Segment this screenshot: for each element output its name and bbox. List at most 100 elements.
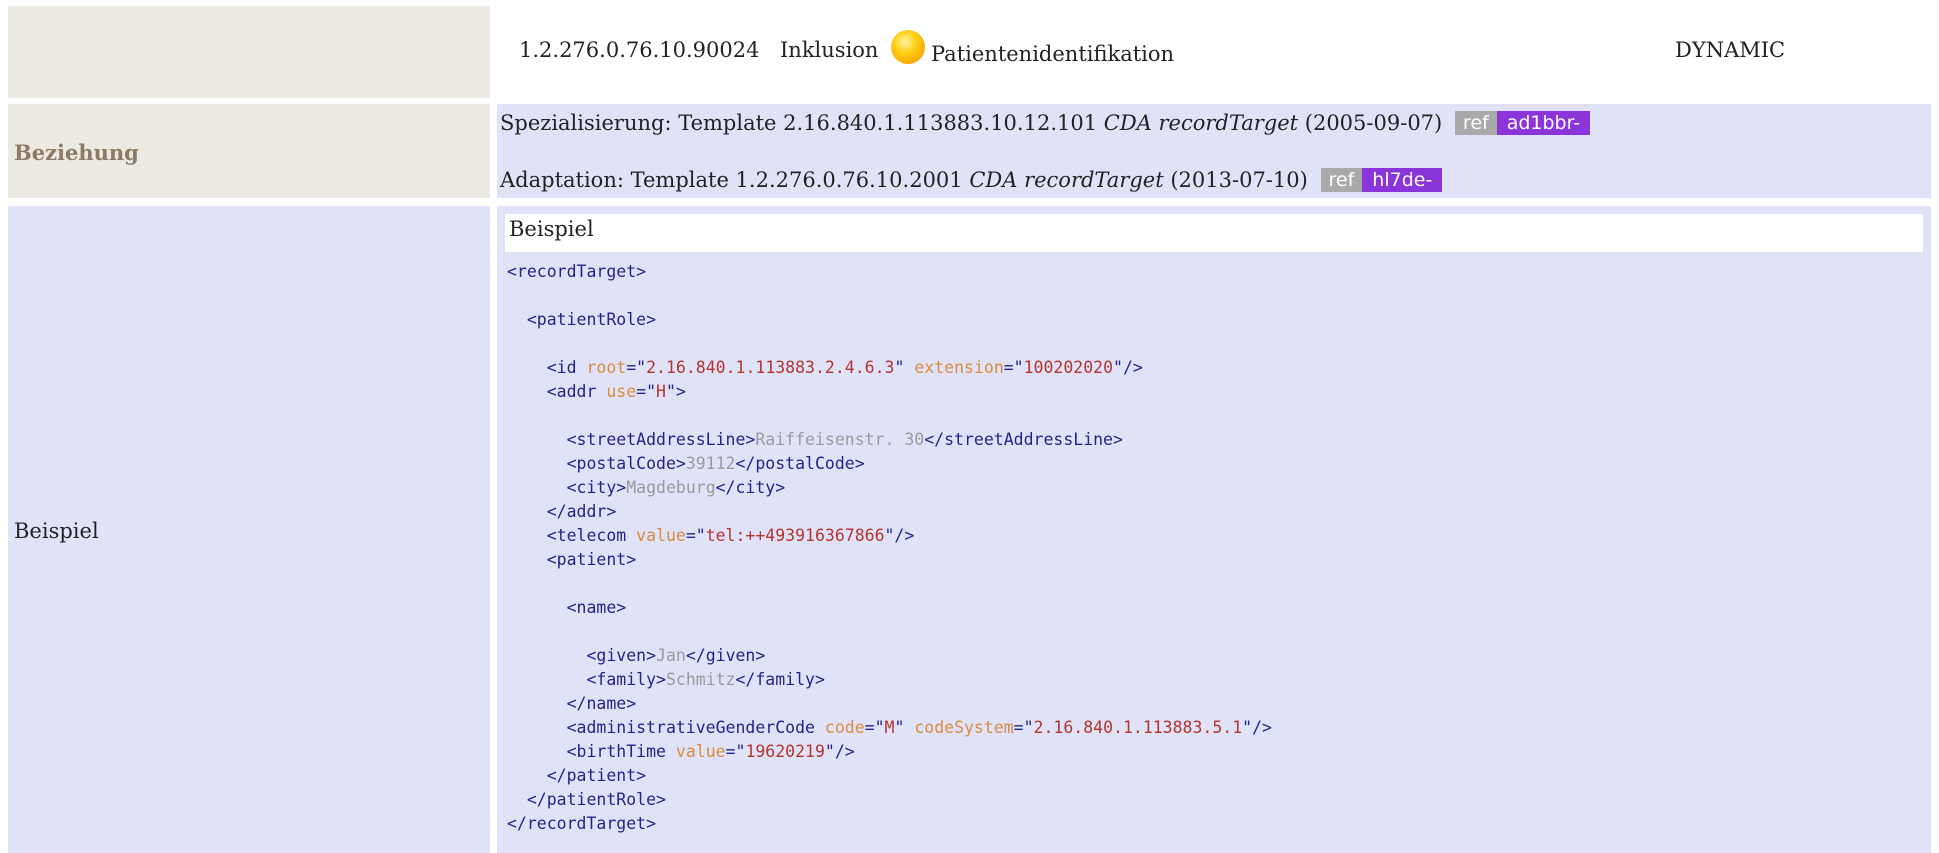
code-token-txt: Jan bbox=[656, 646, 686, 665]
relationship-template-name[interactable]: CDA recordTarget bbox=[1104, 111, 1298, 135]
code-line: <city>Magdeburg</city> bbox=[507, 478, 786, 497]
code-line: </patient> bbox=[507, 766, 646, 785]
code-line: <streetAddressLine>Raiffeisenstr. 30</st… bbox=[507, 430, 1123, 449]
code-token-tag: =" bbox=[725, 742, 746, 761]
code-token-tag: </recordTarget> bbox=[507, 814, 657, 833]
code-line: <family>Schmitz</family> bbox=[507, 670, 825, 689]
code-line: <telecom value="tel:++493916367866"/> bbox=[507, 526, 915, 545]
example-title-bar: Beispiel bbox=[505, 214, 1923, 252]
status-circle-icon bbox=[891, 30, 925, 64]
code-token-tag: " bbox=[894, 718, 915, 737]
code-token-tag: =" bbox=[1013, 718, 1034, 737]
code-token-tag: <patientRole> bbox=[507, 310, 657, 329]
code-token-val: 2.16.840.1.113883.2.4.6.3 bbox=[646, 358, 895, 377]
code-token-tag: =" bbox=[685, 526, 706, 545]
relationship-content-cell: Spezialisierung: Template 2.16.840.1.113… bbox=[497, 104, 1931, 198]
code-token-tag: =" bbox=[636, 382, 657, 401]
code-token-txt: Schmitz bbox=[665, 670, 736, 689]
code-token-tag: "/> bbox=[1113, 358, 1143, 377]
code-token-tag: </streetAddressLine> bbox=[924, 430, 1123, 449]
example-label: Beispiel bbox=[14, 519, 99, 543]
prefix-badge: hl7de- bbox=[1362, 168, 1443, 192]
code-token-tag: =" bbox=[864, 718, 885, 737]
code-token-tag: "/> bbox=[884, 526, 915, 545]
code-line: <patient> bbox=[507, 550, 636, 569]
example-title: Beispiel bbox=[509, 217, 594, 241]
code-line: <patientRole> bbox=[507, 310, 656, 329]
code-line: <addr use="H"> bbox=[507, 382, 686, 401]
code-token-tag: <city> bbox=[507, 478, 627, 497]
code-line: <name> bbox=[507, 598, 627, 617]
template-oid: 1.2.276.0.76.10.90024 bbox=[519, 38, 760, 62]
code-token-tag: <birthTime bbox=[507, 742, 676, 761]
xml-example-code: <recordTarget> <patientRole> <id root="2… bbox=[507, 260, 1272, 836]
code-token-tag: </family> bbox=[735, 670, 825, 689]
ref-badge: ref bbox=[1320, 168, 1363, 192]
code-line: </patientRole> bbox=[507, 790, 666, 809]
template-name: Patientenidentifikation bbox=[931, 42, 1175, 66]
code-token-tag: "/> bbox=[1242, 718, 1272, 737]
code-token-tag: <postalCode> bbox=[507, 454, 686, 473]
code-token-attr: value bbox=[636, 526, 686, 545]
code-token-txt: Raiffeisenstr. 30 bbox=[755, 430, 925, 449]
code-token-txt: 39112 bbox=[685, 454, 736, 473]
code-token-val: M bbox=[884, 718, 895, 737]
code-token-tag: <patient> bbox=[507, 550, 637, 569]
example-content-cell: Beispiel <recordTarget> <patientRole> <i… bbox=[497, 206, 1931, 853]
example-label-cell: Beispiel bbox=[8, 206, 490, 853]
ref-badge: ref bbox=[1454, 111, 1497, 135]
code-line: <given>Jan</given> bbox=[507, 646, 765, 665]
relationship-template-name[interactable]: CDA recordTarget bbox=[969, 168, 1163, 192]
relationship-label-cell: Beziehung bbox=[8, 104, 490, 198]
relationship-specialization: Spezialisierung: Template 2.16.840.1.113… bbox=[500, 111, 1591, 135]
code-token-tag: <addr bbox=[507, 382, 607, 401]
code-token-tag: <recordTarget> bbox=[507, 262, 647, 281]
code-token-tag: </postalCode> bbox=[735, 454, 865, 473]
relationship-date: (2005-09-07) bbox=[1298, 111, 1443, 135]
prefix-badge: ad1bbr- bbox=[1496, 111, 1591, 135]
code-token-tag: <administrativeGenderCode bbox=[507, 718, 825, 737]
relationship-adaptation: Adaptation: Template 1.2.276.0.76.10.200… bbox=[500, 168, 1443, 192]
code-token-val: tel:++493916367866 bbox=[705, 526, 885, 545]
code-token-tag: "> bbox=[665, 382, 686, 401]
code-token-tag: " bbox=[894, 358, 915, 377]
code-line: <birthTime value="19620219"/> bbox=[507, 742, 855, 761]
code-token-tag: =" bbox=[1003, 358, 1024, 377]
template-version: DYNAMIC bbox=[1675, 38, 1786, 62]
code-token-attr: use bbox=[606, 382, 637, 401]
row1-content-cell: 1.2.276.0.76.10.90024 Inklusion Patiente… bbox=[497, 6, 1931, 98]
code-token-tag: <telecom bbox=[507, 526, 637, 545]
code-token-attr: code bbox=[824, 718, 865, 737]
code-token-tag: "/> bbox=[824, 742, 855, 761]
code-line: </name> bbox=[507, 694, 637, 713]
code-token-tag: <family> bbox=[507, 670, 666, 689]
code-line: <id root="2.16.840.1.113883.2.4.6.3" ext… bbox=[507, 358, 1143, 377]
code-token-tag: =" bbox=[626, 358, 647, 377]
template-type: Inklusion bbox=[780, 38, 879, 62]
relationship-text: Adaptation: Template 1.2.276.0.76.10.200… bbox=[500, 168, 970, 192]
relationship-text: Spezialisierung: Template 2.16.840.1.113… bbox=[500, 111, 1104, 135]
code-line: <postalCode>39112</postalCode> bbox=[507, 454, 865, 473]
code-token-tag: </given> bbox=[685, 646, 766, 665]
code-token-tag: </patientRole> bbox=[507, 790, 666, 809]
code-line: <administrativeGenderCode code="M" codeS… bbox=[507, 718, 1272, 737]
row1-label-cell bbox=[8, 6, 490, 98]
code-token-tag: <name> bbox=[507, 598, 627, 617]
code-line: <recordTarget> bbox=[507, 262, 646, 281]
code-token-val: 100202020 bbox=[1023, 358, 1114, 377]
code-token-tag: </patient> bbox=[507, 766, 647, 785]
code-token-txt: Magdeburg bbox=[626, 478, 716, 497]
template-detail-page: 1.2.276.0.76.10.90024 Inklusion Patiente… bbox=[0, 0, 1939, 853]
relationship-label: Beziehung bbox=[14, 140, 139, 165]
code-line: </addr> bbox=[507, 502, 617, 521]
code-token-val: 2.16.840.1.113883.5.1 bbox=[1033, 718, 1243, 737]
code-token-tag: <id bbox=[507, 358, 587, 377]
code-token-val: 19620219 bbox=[745, 742, 825, 761]
code-token-tag: </name> bbox=[507, 694, 637, 713]
code-token-attr: root bbox=[586, 358, 627, 377]
code-token-tag: </addr> bbox=[507, 502, 617, 521]
code-token-tag: </city> bbox=[715, 478, 786, 497]
code-line: </recordTarget> bbox=[507, 814, 656, 833]
relationship-date: (2013-07-10) bbox=[1163, 168, 1308, 192]
code-token-attr: extension bbox=[914, 358, 1004, 377]
